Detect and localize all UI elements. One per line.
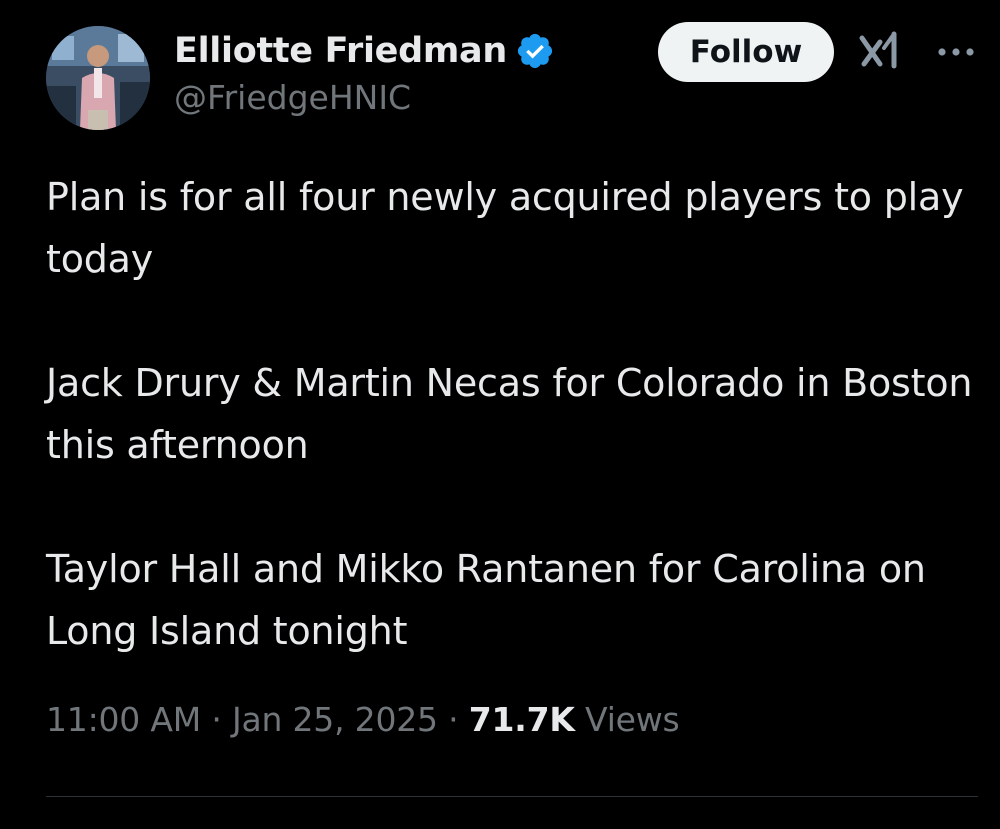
author-names: Elliotte Friedman @FriedgeHNIC <box>174 28 555 117</box>
author-handle[interactable]: @FriedgeHNIC <box>174 78 555 117</box>
meta-separator: · <box>448 700 459 739</box>
grok-icon[interactable] <box>858 28 904 74</box>
avatar[interactable] <box>46 26 150 130</box>
verified-badge-icon[interactable] <box>515 31 555 71</box>
tweet-header: Elliotte Friedman @FriedgeHNIC Follow <box>46 22 978 130</box>
tweet-date[interactable]: Jan 25, 2025 <box>232 700 438 739</box>
follow-button[interactable]: Follow <box>658 22 834 82</box>
views-label: Views <box>585 700 680 739</box>
tweet-time[interactable]: 11:00 AM <box>46 700 201 739</box>
tweet-meta: 11:00 AM · Jan 25, 2025 · 71.7K Views <box>46 700 680 739</box>
views-count: 71.7K <box>468 700 575 739</box>
more-icon[interactable] <box>934 40 978 64</box>
tweet-text: Plan is for all four newly acquired play… <box>46 166 976 662</box>
tweet-paragraph: Plan is for all four newly acquired play… <box>46 175 964 281</box>
author-display-name[interactable]: Elliotte Friedman <box>174 31 507 71</box>
tweet-paragraph: Jack Drury & Martin Necas for Colorado i… <box>46 361 973 467</box>
tweet-paragraph: Taylor Hall and Mikko Rantanen for Carol… <box>46 547 926 653</box>
meta-separator: · <box>211 700 222 739</box>
avatar-image <box>46 26 150 130</box>
divider <box>46 796 978 797</box>
tweet-card: Elliotte Friedman @FriedgeHNIC Follow Pl… <box>0 0 1000 829</box>
name-row: Elliotte Friedman <box>174 28 555 74</box>
